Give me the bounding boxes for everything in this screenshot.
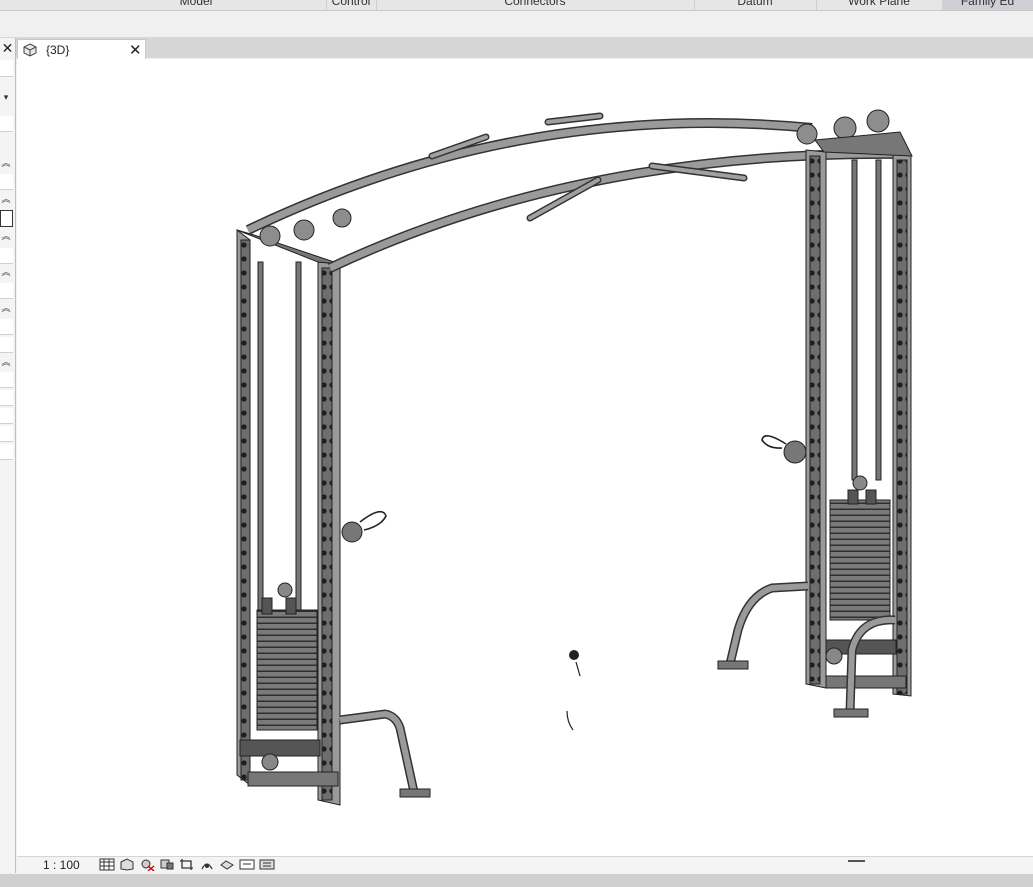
view-tab-bar — [0, 38, 1033, 58]
visual-style-icon[interactable] — [119, 858, 135, 871]
options-bar — [0, 11, 1033, 38]
ribbon-panel-label: Model — [179, 0, 213, 8]
dropdown-arrow-icon[interactable]: ▾ — [0, 92, 12, 102]
ribbon-panel-control[interactable]: Control — [326, 0, 377, 10]
panel-field[interactable] — [0, 337, 13, 353]
left-tower — [236, 208, 431, 806]
panel-field[interactable] — [0, 390, 13, 406]
ribbon-panel-family-editor[interactable]: Family Ed — [942, 0, 1033, 10]
ribbon-panel-work-plane[interactable]: Work Plane — [816, 0, 943, 10]
right-tower — [717, 109, 913, 718]
collapse-chevron-icon[interactable]: ︽ — [0, 158, 12, 168]
ribbon-panel-label: Family Ed — [960, 0, 1015, 8]
panel-field[interactable] — [0, 248, 13, 264]
ribbon-panel-datum[interactable]: Datum — [694, 0, 817, 10]
drawing-canvas[interactable] — [17, 59, 1033, 856]
panel-field[interactable] — [0, 283, 13, 299]
collapse-chevron-icon[interactable]: ︽ — [0, 194, 12, 204]
view-scale[interactable]: 1 : 100 — [43, 858, 80, 872]
ribbon-panel-label: Control — [331, 0, 371, 8]
temporary-hide-icon[interactable] — [239, 858, 255, 871]
collapse-chevron-icon[interactable]: ︽ — [0, 267, 12, 277]
collapse-chevron-icon[interactable]: ︽ — [0, 357, 12, 367]
reveal-hidden-icon[interactable] — [259, 858, 275, 871]
tab-3d-view[interactable]: {3D} ✕ — [17, 39, 146, 60]
sun-path-icon[interactable] — [139, 858, 155, 872]
panel-field[interactable] — [0, 426, 13, 442]
ribbon-panel-label: Work Plane — [848, 0, 910, 8]
detail-level-icon[interactable] — [99, 858, 115, 871]
panel-field[interactable] — [0, 319, 13, 335]
properties-panel: ✕ ▾ ︽ ︽ ︽ ︽ ︽ ︽ — [0, 38, 16, 873]
panel-field[interactable] — [0, 408, 13, 424]
close-view-icon[interactable]: ✕ — [129, 41, 142, 59]
ribbon-panel-model[interactable]: Model — [66, 0, 327, 10]
view-tab-label: {3D} — [46, 43, 70, 57]
ribbon-panel-titles: Model Control Connectors Datum Work Plan… — [0, 0, 1033, 11]
status-bar — [0, 874, 1033, 887]
shadows-icon[interactable] — [159, 858, 175, 871]
panel-field[interactable] — [0, 60, 13, 77]
close-icon[interactable]: ✕ — [0, 40, 15, 56]
unlock-3d-icon[interactable] — [219, 858, 235, 871]
collapse-chevron-icon[interactable]: ︽ — [0, 303, 12, 313]
ribbon-panel-label: Connectors — [504, 0, 566, 8]
cable-crossover-model — [236, 109, 913, 806]
panel-field[interactable] — [0, 372, 13, 388]
3d-view-icon — [23, 43, 37, 57]
ribbon-panel-label: Datum — [737, 0, 773, 8]
minimize-bar[interactable] — [848, 860, 865, 862]
cable-handle — [566, 650, 581, 731]
panel-field[interactable] — [0, 444, 13, 460]
view-tools — [99, 858, 275, 872]
ribbon-panel-connectors[interactable]: Connectors — [376, 0, 695, 10]
collapse-chevron-icon[interactable]: ︽ — [0, 231, 12, 241]
crop-view-icon[interactable] — [179, 858, 195, 871]
panel-field-active[interactable] — [0, 210, 13, 227]
show-crop-icon[interactable] — [199, 858, 215, 871]
panel-field[interactable] — [0, 174, 13, 190]
view-control-bar: 1 : 100 — [17, 856, 1033, 874]
panel-field[interactable] — [0, 116, 13, 132]
